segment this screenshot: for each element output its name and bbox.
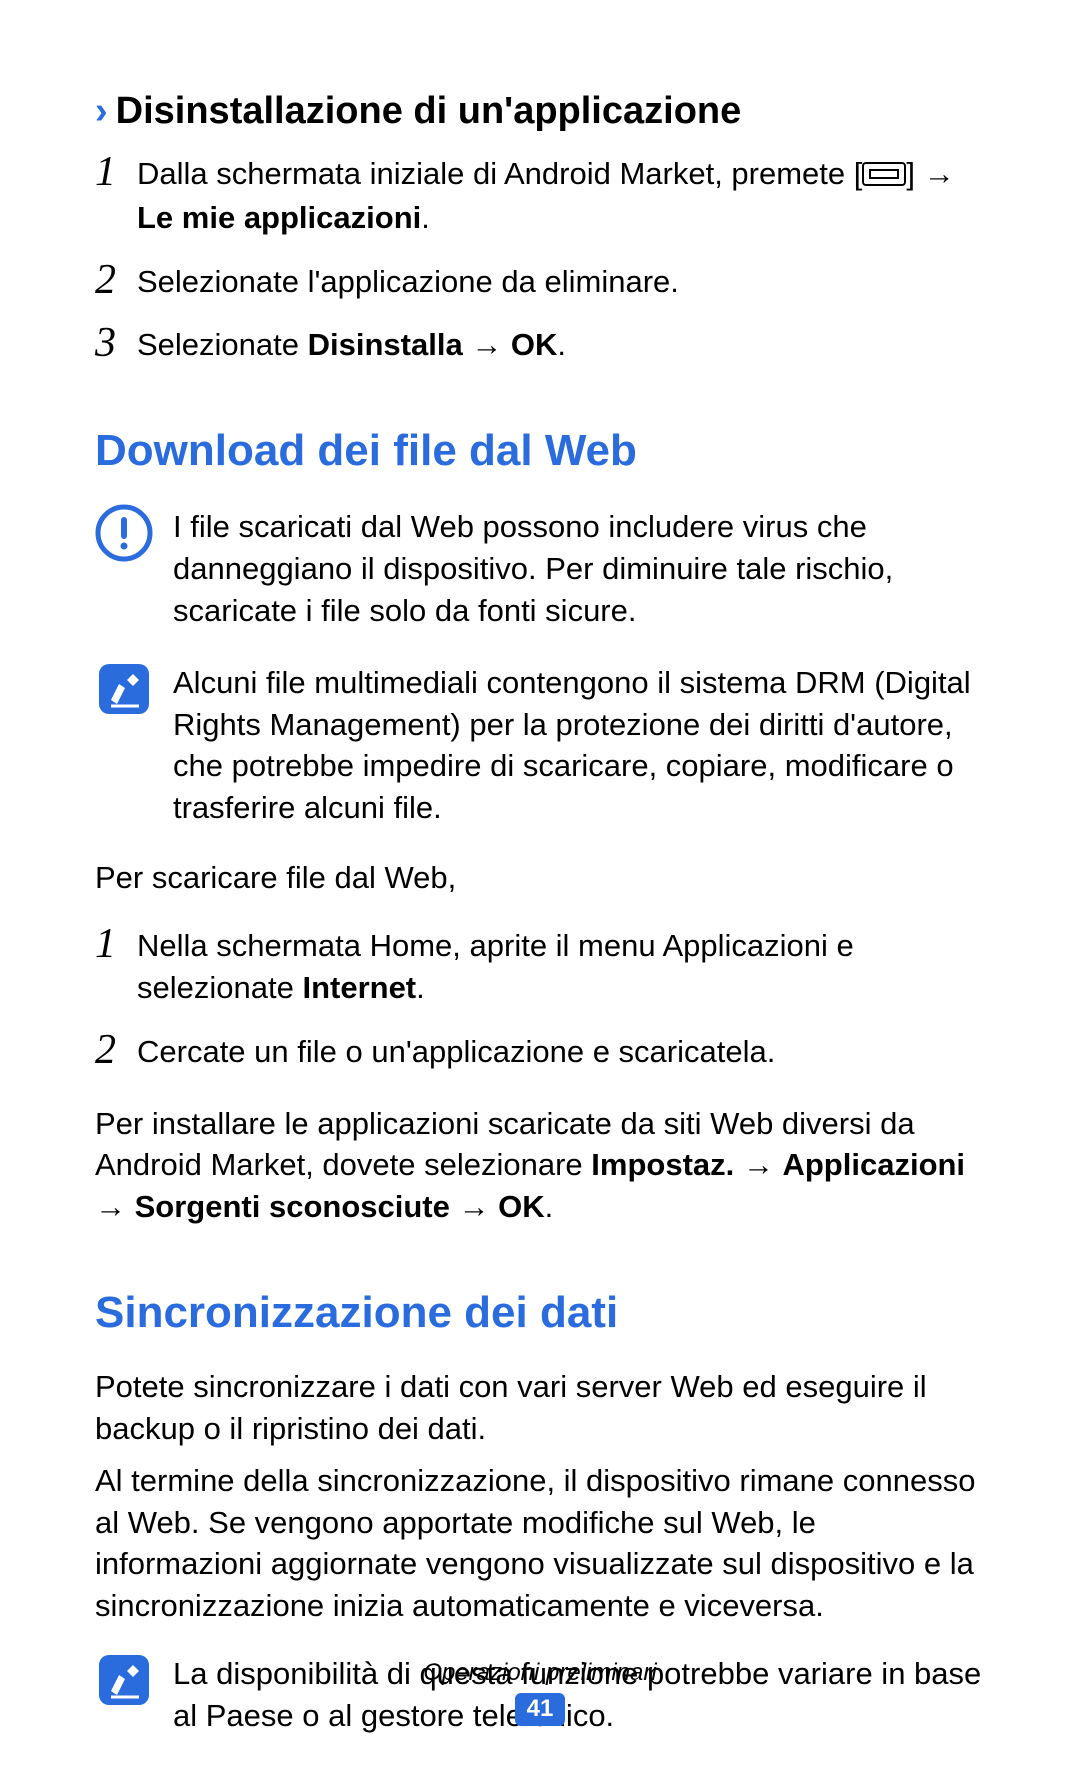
step-body: Selezionate l'applicazione da eliminare. xyxy=(137,259,679,303)
download-lead: Per scaricare file dal Web, xyxy=(95,857,985,899)
note-icon xyxy=(95,660,153,718)
page-footer: Operazioni preliminari 41 xyxy=(0,1659,1080,1726)
step-number: 2 xyxy=(95,1029,137,1071)
note-text: Alcuni file multimediali contengono il s… xyxy=(173,660,985,829)
uninstall-heading-text: Disinstallazione di un'applicazione xyxy=(116,90,742,133)
step-number: 3 xyxy=(95,322,137,364)
step-body: Cercate un file o un'applicazione e scar… xyxy=(137,1029,775,1073)
list-item: 2 Cercate un file o un'applicazione e sc… xyxy=(95,1029,985,1073)
menu-key-icon xyxy=(862,155,906,197)
uninstall-heading: › Disinstallazione di un'applicazione xyxy=(95,90,985,133)
page-number: 41 xyxy=(515,1693,566,1726)
step-number: 2 xyxy=(95,259,137,301)
step-number: 1 xyxy=(95,151,137,193)
warning-text: I file scaricati dal Web possono include… xyxy=(173,504,985,632)
warning-callout: I file scaricati dal Web possono include… xyxy=(95,504,985,632)
list-item: 1 Nella schermata Home, aprite il menu A… xyxy=(95,923,985,1009)
download-heading: Download dei file dal Web xyxy=(95,426,985,476)
install-note: Per installare le applicazioni scaricate… xyxy=(95,1103,985,1229)
sync-p1: Potete sincronizzare i dati con vari ser… xyxy=(95,1366,985,1450)
step-body: Dalla schermata iniziale di Android Mark… xyxy=(137,151,955,239)
uninstall-steps: 1 Dalla schermata iniziale di Android Ma… xyxy=(95,151,985,366)
page: › Disinstallazione di un'applicazione 1 … xyxy=(0,0,1080,1771)
note-callout: Alcuni file multimediali contengono il s… xyxy=(95,660,985,829)
chevron-icon: › xyxy=(95,90,108,133)
sync-p2: Al termine della sincronizzazione, il di… xyxy=(95,1460,985,1627)
warning-icon xyxy=(95,504,153,562)
list-item: 3 Selezionate Disinstalla → OK. xyxy=(95,322,985,366)
footer-section-label: Operazioni preliminari xyxy=(0,1659,1080,1687)
list-item: 1 Dalla schermata iniziale di Android Ma… xyxy=(95,151,985,239)
sync-heading: Sincronizzazione dei dati xyxy=(95,1288,985,1338)
download-steps: 1 Nella schermata Home, aprite il menu A… xyxy=(95,923,985,1073)
list-item: 2 Selezionate l'applicazione da eliminar… xyxy=(95,259,985,303)
step-number: 1 xyxy=(95,923,137,965)
step-body: Selezionate Disinstalla → OK. xyxy=(137,322,566,366)
step-body: Nella schermata Home, aprite il menu App… xyxy=(137,923,985,1009)
